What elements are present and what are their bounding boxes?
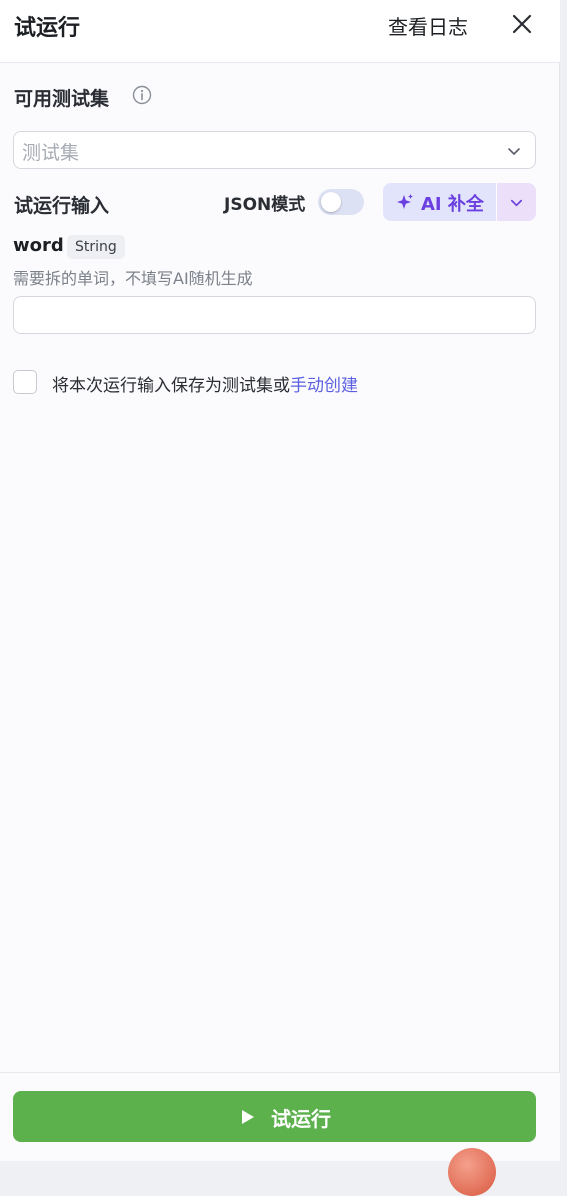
chevron-down-icon bbox=[510, 199, 523, 207]
test-set-select[interactable]: 测试集 bbox=[13, 131, 536, 169]
run-button-label: 试运行 bbox=[271, 1107, 331, 1131]
test-set-label: 可用测试集 bbox=[14, 88, 110, 110]
run-button[interactable]: 试运行 bbox=[13, 1091, 536, 1142]
field-description: 需要拆的单词，不填写AI随机生成 bbox=[13, 269, 253, 288]
ai-complete-dropdown[interactable] bbox=[497, 183, 536, 221]
test-set-placeholder: 测试集 bbox=[22, 142, 80, 164]
run-input-label: 试运行输入 bbox=[14, 195, 110, 217]
close-icon bbox=[512, 14, 532, 34]
ai-complete-label: AI 补全 bbox=[421, 194, 484, 215]
save-option-label: 将本次运行输入保存为测试集或 bbox=[52, 376, 290, 396]
play-icon bbox=[242, 1110, 254, 1124]
close-button[interactable] bbox=[508, 10, 536, 38]
json-mode-label: JSON模式 bbox=[224, 195, 306, 215]
save-as-test-set-checkbox[interactable] bbox=[13, 370, 37, 394]
word-input[interactable] bbox=[13, 296, 536, 334]
type-badge: String bbox=[67, 235, 125, 259]
field-name: word bbox=[13, 235, 64, 256]
sparkle-icon bbox=[397, 194, 413, 209]
json-mode-toggle[interactable] bbox=[318, 189, 364, 215]
panel-header: 试运行 查看日志 bbox=[0, 0, 560, 63]
avatar[interactable] bbox=[448, 1148, 496, 1196]
manual-create-link[interactable]: 手动创建 bbox=[290, 376, 358, 396]
test-run-panel: 试运行 查看日志 可用测试集 测试集 试运行输入 JSON模式 AI 补全 wo… bbox=[0, 0, 560, 1161]
chevron-down-icon bbox=[508, 148, 520, 155]
save-option-text: 将本次运行输入保存为测试集或手动创建 bbox=[52, 371, 358, 396]
toggle-knob bbox=[321, 192, 341, 212]
ai-complete-button[interactable]: AI 补全 bbox=[383, 183, 496, 221]
info-icon[interactable] bbox=[132, 85, 152, 105]
view-log-button[interactable]: 查看日志 bbox=[388, 11, 468, 40]
panel-title: 试运行 bbox=[14, 16, 81, 41]
